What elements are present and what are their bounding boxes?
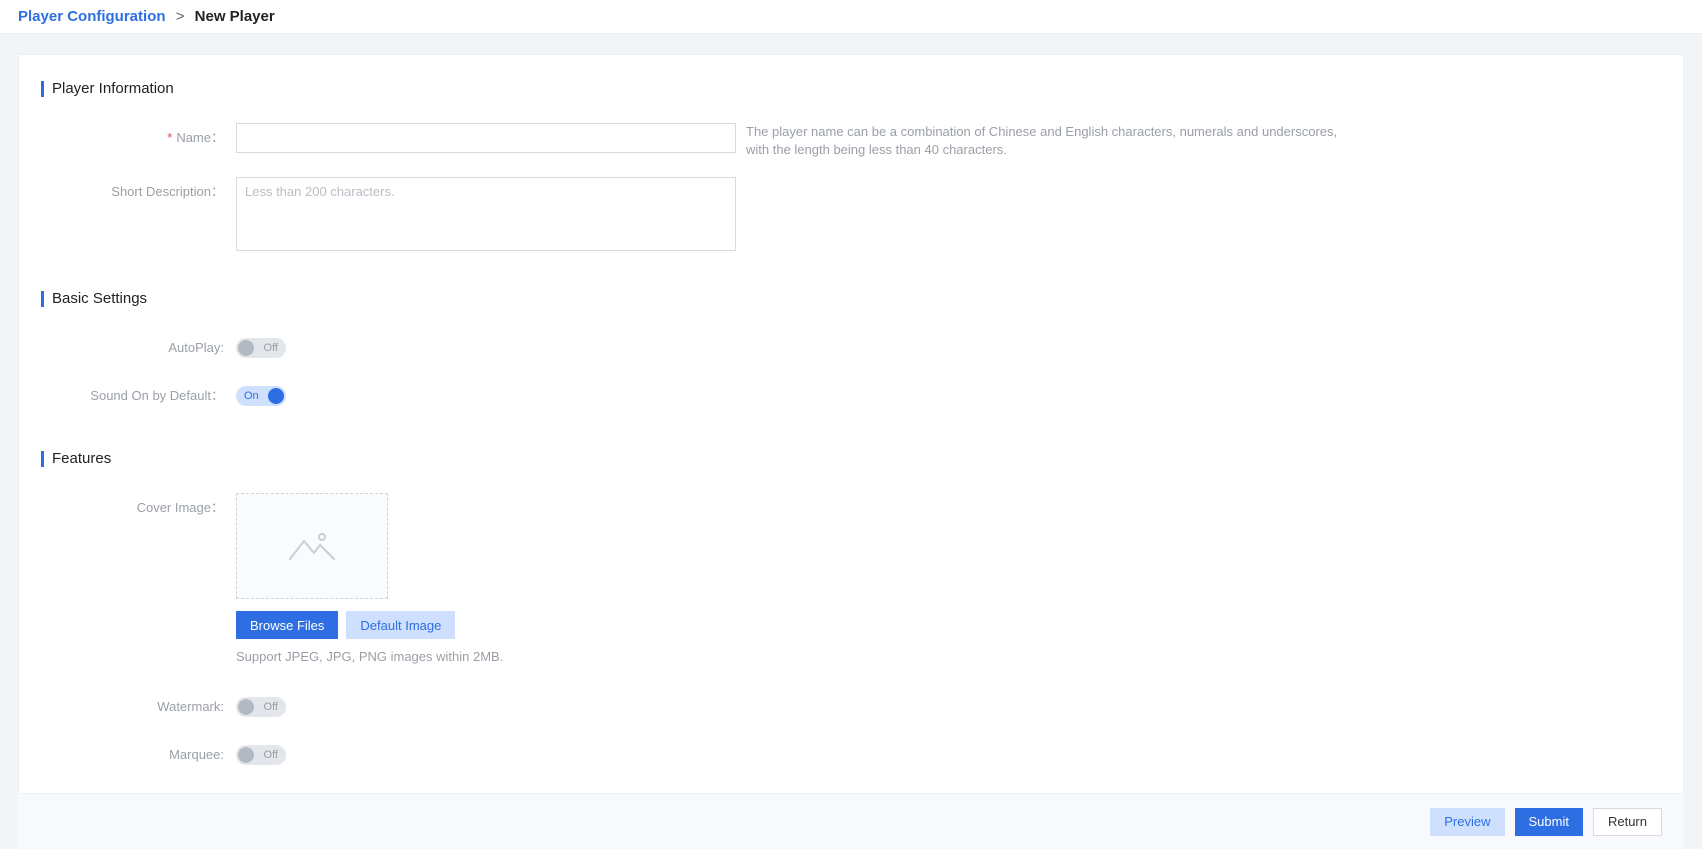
preview-button[interactable]: Preview (1430, 808, 1504, 836)
browse-files-button[interactable]: Browse Files (236, 611, 338, 639)
submit-button[interactable]: Submit (1515, 808, 1583, 836)
section-player-information: Player Information (41, 81, 1661, 97)
breadcrumb-separator: > (176, 8, 185, 25)
cover-image-dropzone[interactable] (236, 493, 388, 599)
section-basic-settings: Basic Settings (41, 291, 1661, 307)
cover-image-hint: Support JPEG, JPG, PNG images within 2MB… (236, 649, 503, 664)
marquee-label: Marquee: (41, 740, 236, 770)
autoplay-label: AutoPlay: (41, 333, 236, 363)
breadcrumb-current: New Player (195, 8, 275, 25)
toggle-knob (238, 747, 254, 763)
autoplay-toggle-text: Off (264, 342, 278, 354)
marquee-toggle[interactable]: Off (236, 745, 286, 765)
sound-default-label: Sound On by Default： (41, 381, 236, 411)
name-label: *Name： (41, 123, 236, 153)
name-input[interactable] (236, 123, 736, 153)
footer-action-bar: Preview Submit Return (18, 793, 1684, 849)
return-button[interactable]: Return (1593, 808, 1662, 836)
watermark-label: Watermark: (41, 692, 236, 722)
autoplay-toggle[interactable]: Off (236, 338, 286, 358)
toggle-knob (238, 699, 254, 715)
config-card: Player Information *Name： The player nam… (18, 54, 1684, 829)
breadcrumb: Player Configuration > New Player (0, 0, 1702, 34)
default-image-button[interactable]: Default Image (346, 611, 455, 639)
name-hint: The player name can be a combination of … (746, 123, 1356, 159)
section-features: Features (41, 451, 1661, 467)
description-textarea[interactable] (236, 177, 736, 251)
description-label: Short Description： (41, 177, 236, 207)
image-placeholder-icon (288, 529, 336, 563)
watermark-toggle-text: Off (264, 701, 278, 713)
watermark-toggle[interactable]: Off (236, 697, 286, 717)
sound-default-toggle[interactable]: On (236, 386, 286, 406)
cover-image-label: Cover Image： (41, 493, 236, 523)
toggle-knob (238, 340, 254, 356)
breadcrumb-parent[interactable]: Player Configuration (18, 8, 166, 25)
toggle-knob (268, 388, 284, 404)
marquee-toggle-text: Off (264, 749, 278, 761)
sound-toggle-text: On (244, 390, 259, 402)
